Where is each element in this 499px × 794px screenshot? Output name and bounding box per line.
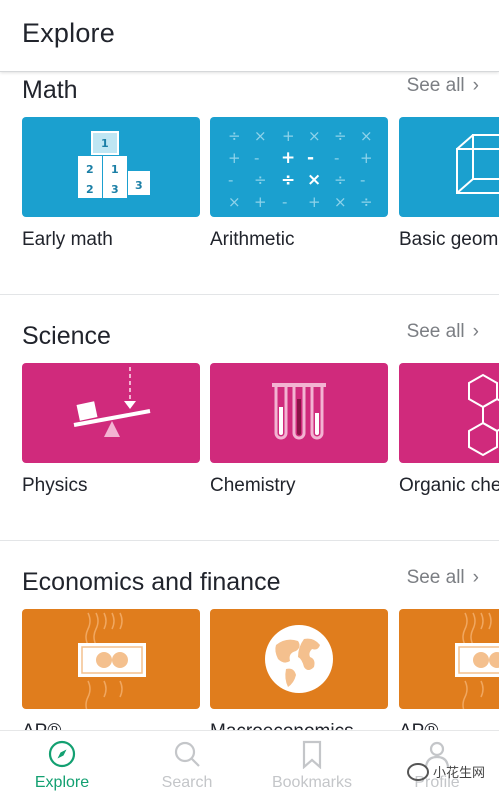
course-label: Organic chemistry — [399, 475, 499, 496]
course-tile — [399, 363, 499, 463]
app-bar: Explore — [0, 0, 499, 72]
course-label: Basic geometry — [399, 229, 499, 250]
section-title: Math — [22, 76, 78, 104]
svg-text:+: + — [360, 149, 373, 167]
course-label: Early math — [22, 229, 113, 250]
course-tile — [22, 363, 200, 463]
nav-label: Search — [161, 774, 213, 791]
section-divider — [0, 294, 499, 295]
section-title: Economics and finance — [22, 568, 281, 596]
svg-text:×: × — [307, 170, 321, 190]
banknote-icon — [78, 612, 146, 709]
chevron-right-icon: › — [472, 75, 479, 96]
course-label: Arithmetic — [210, 229, 295, 250]
compass-icon — [48, 740, 76, 768]
svg-text:+: + — [228, 149, 241, 167]
course-tile — [399, 117, 499, 217]
svg-text:3: 3 — [135, 179, 143, 192]
course-card-organic-chemistry[interactable]: Organic chemistry — [399, 363, 499, 496]
course-tile: 1 2 1 2 3 3 — [22, 117, 200, 217]
test-tubes-icon — [272, 383, 326, 440]
seesaw-icon — [73, 367, 151, 437]
svg-text:÷: ÷ — [228, 127, 241, 145]
nav-label: Explore — [34, 774, 90, 791]
chevron-right-icon: › — [472, 567, 479, 588]
course-tile — [22, 609, 200, 709]
see-all-link[interactable]: See all › — [407, 75, 479, 97]
course-card-chemistry[interactable]: Chemistry — [210, 363, 388, 496]
course-tile — [399, 609, 499, 709]
course-tile — [210, 363, 388, 463]
svg-text:-: - — [254, 149, 259, 167]
svg-text:2: 2 — [86, 163, 94, 176]
svg-text:-: - — [360, 171, 365, 189]
see-all-label: See all — [406, 567, 465, 588]
course-tile: ÷ × + × ÷ × + - - + - ÷ ÷ - × + - + × ÷ + - ÷ × — [210, 117, 388, 217]
see-all-link[interactable]: See all › — [407, 321, 479, 343]
svg-text:÷: ÷ — [281, 170, 295, 190]
bookmark-icon — [302, 740, 322, 769]
svg-text:-: - — [228, 171, 233, 189]
svg-text:÷: ÷ — [360, 193, 373, 211]
svg-text:÷: ÷ — [334, 127, 347, 145]
course-label: AP® — [399, 721, 438, 730]
course-tile — [210, 609, 388, 709]
page-title: Explore — [22, 18, 115, 48]
svg-text:×: × — [308, 127, 321, 145]
nav-label: Bookmarks — [271, 774, 353, 791]
course-card-early-math[interactable]: 1 2 1 2 3 3 Early math — [22, 117, 200, 250]
svg-text:×: × — [228, 193, 241, 211]
search-icon — [174, 741, 200, 767]
course-label: Macroeconomics — [210, 721, 354, 730]
nav-tab-search[interactable]: Search — [125, 731, 249, 794]
chat-bubble-icon — [406, 762, 429, 781]
svg-text:1: 1 — [111, 163, 119, 176]
cube-icon — [456, 134, 499, 194]
chevron-right-icon: › — [472, 321, 479, 342]
svg-text:2: 2 — [86, 183, 94, 196]
course-card-physics[interactable]: Physics — [22, 363, 200, 496]
svg-text:-: - — [307, 148, 314, 168]
svg-text:1: 1 — [101, 137, 109, 150]
section-title: Science — [22, 322, 111, 350]
svg-text:+: + — [308, 193, 321, 211]
course-card-arithmetic[interactable]: ÷ × + × ÷ × + - - + - ÷ ÷ - × + - + × ÷ + - ÷ × Arithmetic — [210, 117, 388, 250]
nav-tab-explore[interactable]: Explore — [0, 731, 124, 794]
banknote-icon — [455, 612, 499, 709]
svg-text:×: × — [334, 193, 347, 211]
explore-scroll-area[interactable]: Math See all › 1 2 1 2 3 3 Early math ÷ … — [0, 72, 499, 730]
course-label: Physics — [22, 475, 88, 496]
see-all-label: See all — [406, 321, 465, 342]
watermark: 小花生网 — [406, 762, 485, 781]
svg-text:÷: ÷ — [334, 171, 347, 189]
course-card-basic-geometry[interactable]: Basic geometry — [399, 117, 499, 250]
svg-text:÷: ÷ — [254, 171, 267, 189]
svg-text:+: + — [254, 193, 267, 211]
course-card-macroeconomics[interactable]: Macroeconomics — [210, 609, 388, 730]
svg-text:3: 3 — [111, 183, 119, 196]
svg-text:-: - — [334, 149, 339, 167]
section-divider — [0, 540, 499, 541]
see-all-label: See all — [406, 75, 465, 96]
hexagon-molecule-icon — [468, 373, 499, 457]
course-card-ap-2[interactable]: AP® — [399, 609, 499, 730]
number-blocks-icon: 1 2 1 2 3 3 — [78, 131, 150, 198]
course-card-ap-1[interactable]: AP® — [22, 609, 200, 730]
watermark-text: 小花生网 — [432, 765, 485, 780]
nav-tab-bookmarks[interactable]: Bookmarks — [250, 731, 374, 794]
course-label: AP® — [22, 721, 61, 730]
course-label: Chemistry — [210, 475, 296, 496]
svg-text:×: × — [254, 127, 267, 145]
see-all-link[interactable]: See all › — [407, 567, 479, 589]
svg-text:×: × — [360, 127, 373, 145]
svg-text:+: + — [281, 148, 295, 168]
arithmetic-symbols-icon: ÷ × + × ÷ × + - - + - ÷ ÷ - × + - + × ÷ + - ÷ × — [228, 127, 373, 211]
svg-text:+: + — [282, 127, 295, 145]
globe-icon — [265, 625, 333, 693]
svg-text:-: - — [282, 193, 287, 211]
